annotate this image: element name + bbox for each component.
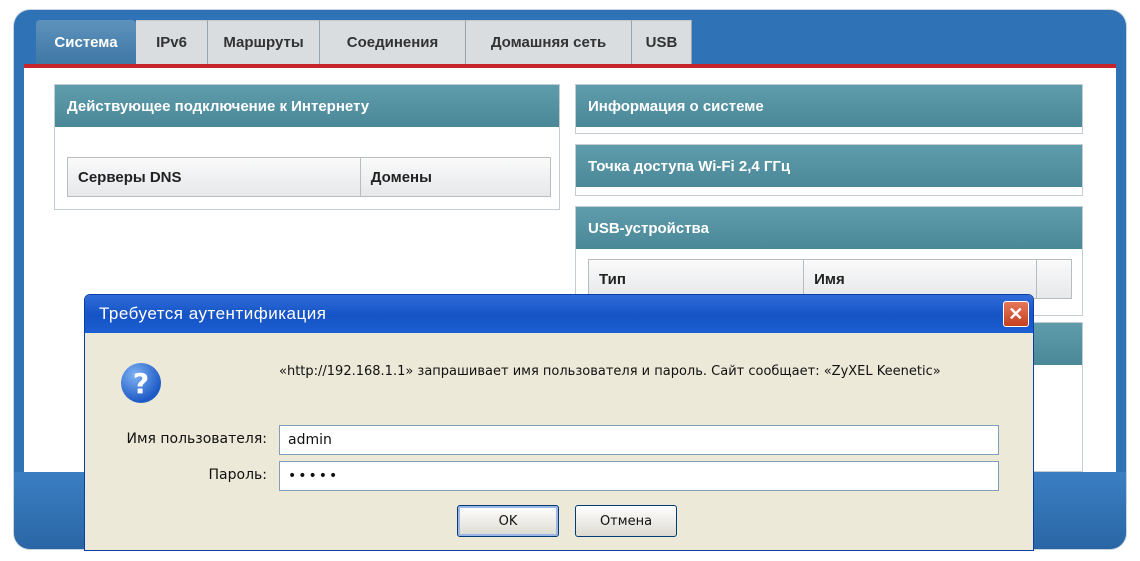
column-name: Имя xyxy=(804,260,1038,298)
dialog-title: Требуется аутентификация xyxy=(99,304,327,323)
ok-button[interactable]: OK xyxy=(457,505,559,537)
tab-ipv6[interactable]: IPv6 xyxy=(136,20,208,64)
column-dns-servers: Серверы DNS xyxy=(68,158,361,196)
tab-usb[interactable]: USB xyxy=(632,20,692,64)
tab-underline xyxy=(24,64,1116,68)
dialog-titlebar[interactable]: Требуется аутентификация ✕ xyxy=(85,295,1033,333)
wifi-panel: Точка доступа Wi-Fi 2,4 ГГц xyxy=(575,144,1083,196)
close-icon: ✕ xyxy=(1008,303,1024,324)
dns-table-header: Серверы DNS Домены xyxy=(67,157,551,197)
close-button[interactable]: ✕ xyxy=(1003,301,1029,327)
system-info-panel: Информация о системе xyxy=(575,84,1083,134)
auth-dialog: Требуется аутентификация ✕ ? «http://192… xyxy=(84,294,1034,551)
column-type: Тип xyxy=(589,260,805,298)
cancel-button[interactable]: Отмена xyxy=(575,505,677,537)
panel-title: Действующее подключение к Интернету xyxy=(55,85,559,127)
username-label: Имя пользователя: xyxy=(126,431,267,447)
question-icon: ? xyxy=(121,363,161,403)
usb-table-header: Тип Имя xyxy=(588,259,1072,299)
tab-connections[interactable]: Соединения xyxy=(320,20,466,64)
main-tabs: Система IPv6 Маршруты Соединения Домашня… xyxy=(36,20,692,64)
username-input[interactable] xyxy=(279,425,999,455)
password-input[interactable] xyxy=(279,461,999,491)
column-extra xyxy=(1037,260,1071,298)
tab-home-network[interactable]: Домашняя сеть xyxy=(466,20,632,64)
tab-routes[interactable]: Маршруты xyxy=(208,20,320,64)
panel-title[interactable]: Информация о системе xyxy=(576,85,1082,127)
column-domains: Домены xyxy=(370,168,432,186)
panel-title[interactable]: USB-устройства xyxy=(576,207,1082,249)
tab-system[interactable]: Система xyxy=(36,20,136,64)
auth-message: «http://192.168.1.1» запрашивает имя пол… xyxy=(279,364,941,379)
internet-connection-panel: Действующее подключение к Интернету Серв… xyxy=(54,84,560,210)
password-label: Пароль: xyxy=(208,467,267,483)
panel-title[interactable]: Точка доступа Wi-Fi 2,4 ГГц xyxy=(576,145,1082,187)
